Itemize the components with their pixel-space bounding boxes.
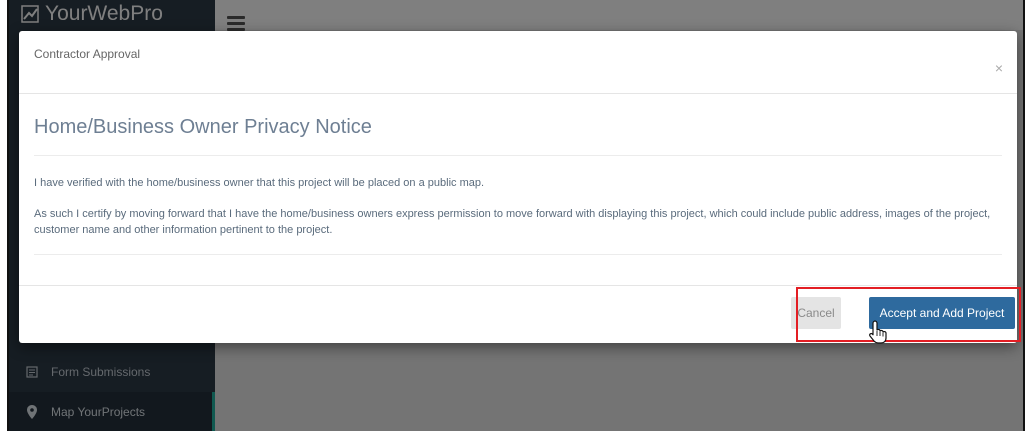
modal-title: Contractor Approval	[34, 47, 141, 61]
cancel-button[interactable]: Cancel	[791, 297, 841, 329]
divider	[34, 254, 1002, 255]
notice-heading: Home/Business Owner Privacy Notice	[34, 116, 372, 138]
modal-header: Contractor Approval ×	[19, 31, 1017, 94]
accept-and-add-project-button[interactable]: Accept and Add Project	[869, 297, 1015, 329]
modal-footer	[19, 285, 1017, 344]
contractor-approval-modal: Contractor Approval × Home/Business Owne…	[19, 31, 1017, 343]
notice-paragraph-verification: I have verified with the home/business o…	[34, 177, 485, 189]
screenshot-frame-left	[0, 0, 9, 431]
app-window: YourWebPro Form Submissions Map YourProj…	[9, 0, 1023, 431]
notice-paragraph-certification: As such I certify by moving forward that…	[34, 208, 991, 236]
close-icon[interactable]: ×	[995, 60, 1003, 76]
divider	[34, 155, 1002, 156]
screenshot-frame-right	[1023, 0, 1034, 431]
